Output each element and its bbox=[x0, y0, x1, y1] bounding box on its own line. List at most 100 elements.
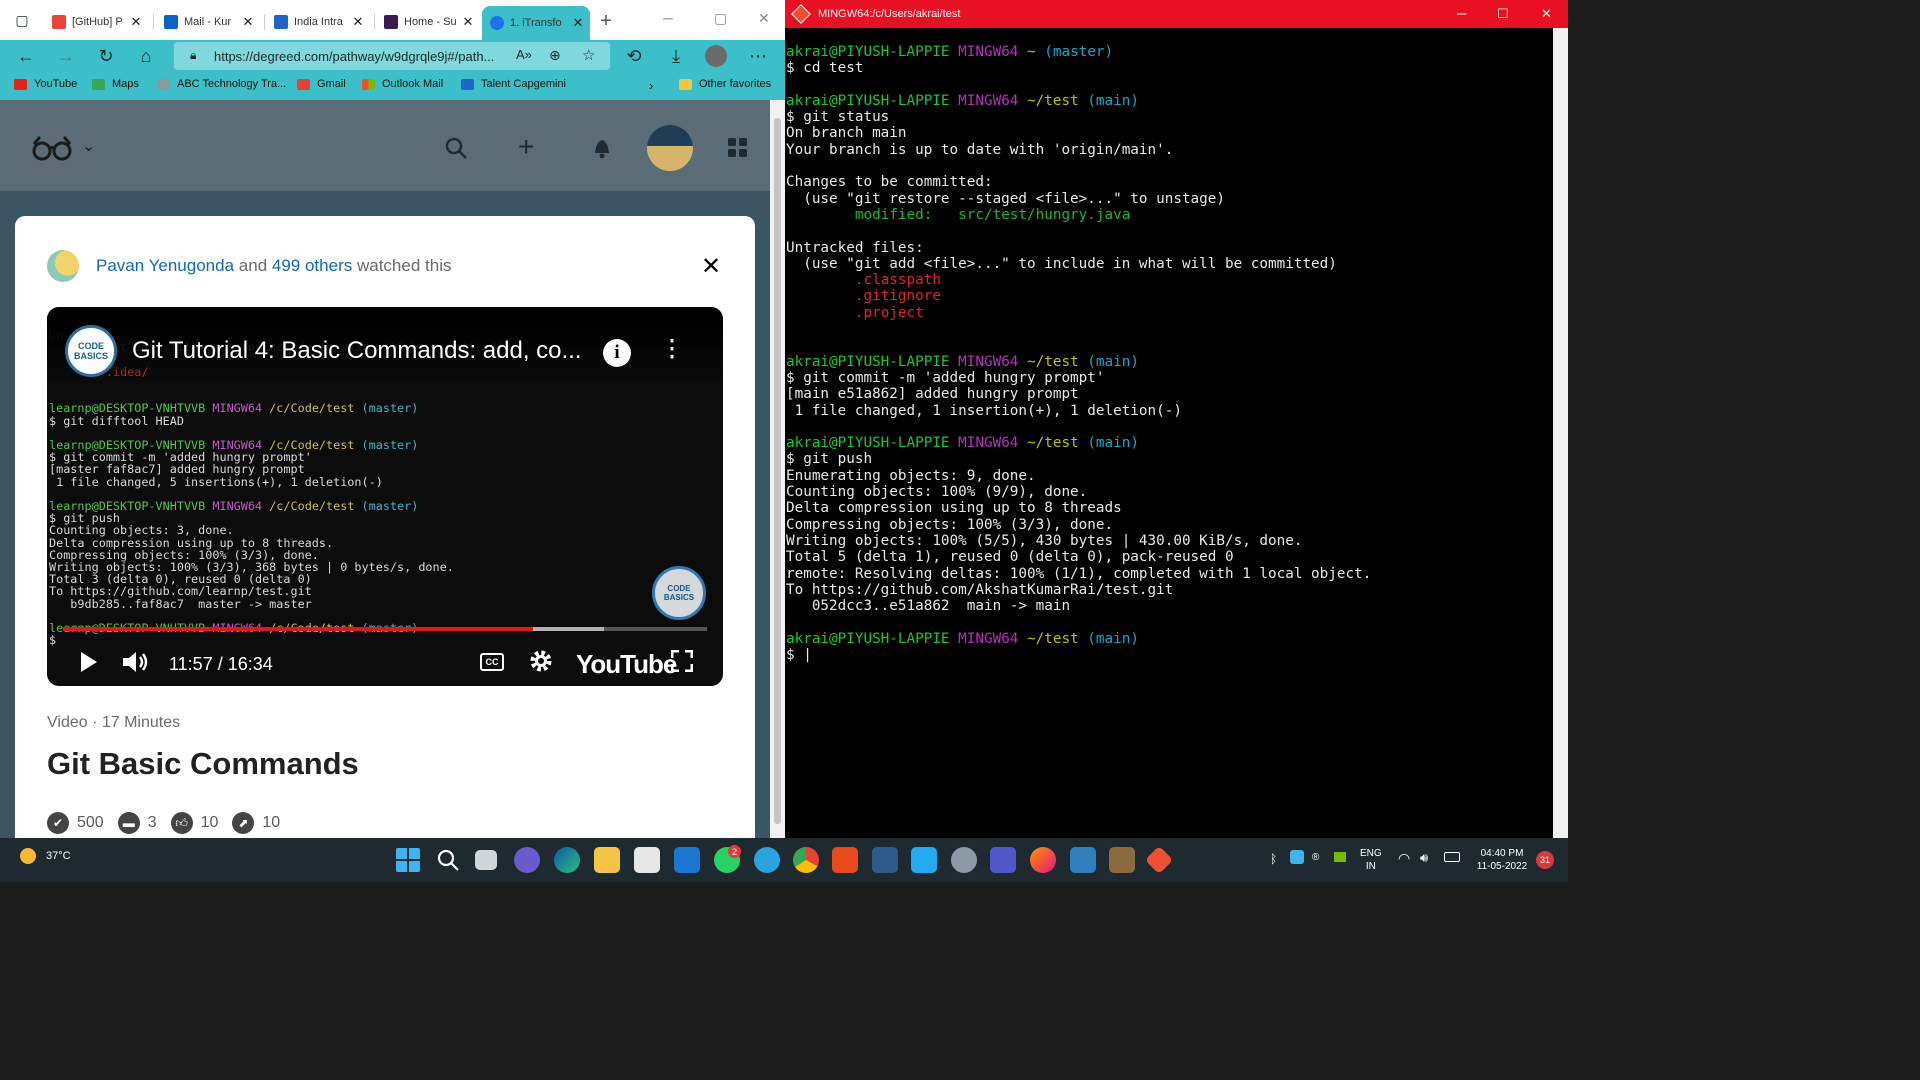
terminal-scrollbar[interactable] bbox=[1553, 28, 1568, 838]
zoom-icon[interactable]: ⊕ bbox=[549, 47, 561, 64]
history-icon[interactable]: ⟲ bbox=[622, 44, 646, 68]
add-favorite-icon[interactable]: ☆ bbox=[582, 46, 595, 64]
office-icon[interactable] bbox=[832, 847, 858, 873]
vscode-icon[interactable] bbox=[911, 847, 937, 873]
terminal-window[interactable]: MINGW64:/c/Users/akrai/test ─ ☐ ✕ akrai@… bbox=[785, 0, 1568, 838]
other-favorites[interactable]: Other favorites bbox=[679, 78, 771, 90]
search-icon[interactable] bbox=[444, 136, 468, 160]
forward-icon[interactable]: → bbox=[54, 44, 78, 68]
snipping-icon[interactable] bbox=[872, 847, 898, 873]
browser-tab[interactable]: Mail - Kur ✕ bbox=[156, 8, 260, 36]
watcher-name-link[interactable]: Pavan Yenugonda bbox=[96, 256, 234, 276]
file-explorer-icon[interactable] bbox=[594, 847, 620, 873]
chevron-right-icon[interactable]: › bbox=[649, 78, 653, 93]
weather-widget[interactable]: 37°C bbox=[20, 848, 71, 864]
video-progress-bar[interactable] bbox=[63, 627, 707, 631]
profile-icon[interactable] bbox=[704, 44, 728, 68]
nvidia-icon[interactable] bbox=[1334, 852, 1346, 862]
close-tab-icon[interactable]: ✕ bbox=[570, 15, 586, 31]
maximize-icon[interactable]: ▢ bbox=[714, 10, 727, 27]
back-icon[interactable]: ← bbox=[14, 44, 38, 68]
chevron-down-icon[interactable]: ⌄ bbox=[82, 136, 95, 156]
degreed-glasses-icon[interactable] bbox=[32, 132, 76, 162]
chrome-icon[interactable] bbox=[793, 847, 819, 873]
teams-icon[interactable] bbox=[990, 847, 1016, 873]
recommend-icon[interactable]: ⬈ bbox=[232, 812, 255, 834]
clock[interactable]: 04:40 PM 11-05-2022 bbox=[1472, 847, 1532, 873]
minimize-icon[interactable]: ─ bbox=[1457, 6, 1466, 21]
thumbs-up-icon[interactable]: 👍︎ bbox=[170, 812, 193, 834]
play-icon[interactable] bbox=[79, 651, 99, 673]
close-tab-icon[interactable]: ✕ bbox=[240, 14, 256, 30]
close-tab-icon[interactable]: ✕ bbox=[128, 14, 144, 30]
completed-check-icon[interactable]: ✔ bbox=[47, 812, 69, 834]
favorite-youtube[interactable]: YouTube bbox=[14, 78, 77, 90]
youtube-logo[interactable]: YouTube bbox=[576, 649, 677, 680]
notification-badge[interactable]: 31 bbox=[1536, 851, 1554, 869]
winrar-icon[interactable] bbox=[1109, 847, 1135, 873]
more-vertical-icon[interactable]: · · · bbox=[664, 329, 680, 369]
terminal-output[interactable]: akrai@PIYUSH-LAPPIE MINGW64 ~ (master) $… bbox=[786, 44, 1371, 663]
wifi-icon[interactable]: ◠ bbox=[1398, 850, 1410, 867]
close-tab-icon[interactable]: ✕ bbox=[460, 14, 476, 30]
video-title[interactable]: Git Tutorial 4: Basic Commands: add, co.… bbox=[132, 337, 602, 365]
new-tab-icon[interactable]: + bbox=[594, 9, 618, 33]
apps-grid-icon[interactable] bbox=[728, 138, 748, 158]
browser-tab[interactable]: Home - Su ✕ bbox=[376, 8, 480, 36]
defender-icon[interactable] bbox=[1290, 850, 1304, 864]
others-link[interactable]: 499 others bbox=[272, 256, 352, 276]
read-aloud-icon[interactable]: A» bbox=[516, 47, 532, 62]
fullscreen-icon[interactable] bbox=[671, 650, 693, 672]
channel-logo[interactable]: CODE BASICS bbox=[65, 325, 117, 377]
refresh-icon[interactable]: ↻ bbox=[94, 44, 118, 68]
comment-icon[interactable]: ▬ bbox=[117, 812, 140, 834]
favorite-outlook[interactable]: Outlook Mail bbox=[362, 78, 443, 90]
bluetooth-icon[interactable]: ᛒ bbox=[1270, 852, 1277, 866]
avatar[interactable] bbox=[647, 125, 693, 171]
volume-icon[interactable] bbox=[121, 649, 151, 675]
mail-icon[interactable] bbox=[674, 847, 700, 873]
volume-icon[interactable]: 🔊︎ bbox=[1420, 850, 1428, 866]
add-icon[interactable]: + bbox=[518, 131, 534, 163]
tray-app-icon[interactable]: ® bbox=[1312, 852, 1319, 863]
more-icon[interactable]: ⋯ bbox=[746, 44, 770, 68]
captions-icon[interactable]: CC bbox=[480, 653, 504, 671]
favorite-abc[interactable]: ABC Technology Tra... bbox=[157, 78, 286, 90]
close-icon[interactable]: ✕ bbox=[701, 252, 721, 281]
browser-tab[interactable]: India Intra ✕ bbox=[266, 8, 370, 36]
search-icon[interactable] bbox=[435, 847, 461, 873]
home-icon[interactable]: ⌂ bbox=[134, 44, 158, 68]
info-icon[interactable]: i bbox=[603, 339, 631, 367]
browser-tab[interactable]: [GitHub] P ✕ bbox=[44, 8, 148, 36]
photos-icon[interactable] bbox=[1070, 847, 1096, 873]
favorite-maps[interactable]: Maps bbox=[92, 78, 139, 90]
close-tab-icon[interactable]: ✕ bbox=[350, 14, 366, 30]
address-bar[interactable]: 🔒︎ https://degreed.com/pathway/w9dgrqle9… bbox=[174, 42, 610, 70]
git-bash-taskbar-icon[interactable] bbox=[1144, 845, 1174, 875]
vpn-icon[interactable] bbox=[951, 847, 977, 873]
close-window-icon[interactable]: ✕ bbox=[1541, 6, 1552, 22]
bell-icon[interactable] bbox=[592, 136, 612, 160]
battery-icon[interactable] bbox=[1444, 852, 1460, 862]
settings-gear-icon[interactable] bbox=[529, 649, 553, 673]
page-scrollbar-thumb[interactable] bbox=[774, 118, 781, 824]
task-view-icon[interactable] bbox=[475, 850, 497, 870]
firefox-icon[interactable] bbox=[1030, 847, 1056, 873]
telegram-icon[interactable] bbox=[754, 847, 780, 873]
store-icon[interactable] bbox=[634, 847, 660, 873]
favorite-talent[interactable]: Talent Capgemini bbox=[461, 78, 566, 90]
video-player[interactable]: modified: hungry.py Un (use "git add <fi… bbox=[47, 307, 723, 686]
downloads-icon[interactable]: ⤓ bbox=[664, 44, 688, 68]
favorite-gmail[interactable]: Gmail bbox=[297, 78, 346, 90]
channel-watermark[interactable]: CODE BASICS bbox=[652, 566, 706, 620]
minimize-icon[interactable]: ─ bbox=[663, 10, 673, 26]
windows-start-icon[interactable] bbox=[395, 847, 421, 873]
teams-chat-icon[interactable] bbox=[514, 847, 540, 873]
maximize-icon[interactable]: ☐ bbox=[1497, 6, 1509, 22]
browser-tab-active[interactable]: 1. iTransfo ✕ bbox=[482, 6, 590, 40]
tab-actions-icon[interactable]: ▢ bbox=[10, 8, 34, 32]
edge-icon[interactable] bbox=[554, 847, 580, 873]
language-indicator[interactable]: ENG IN bbox=[1360, 847, 1382, 873]
close-window-icon[interactable]: ✕ bbox=[758, 10, 770, 27]
terminal-title-bar[interactable]: MINGW64:/c/Users/akrai/test ─ ☐ ✕ bbox=[785, 0, 1568, 28]
